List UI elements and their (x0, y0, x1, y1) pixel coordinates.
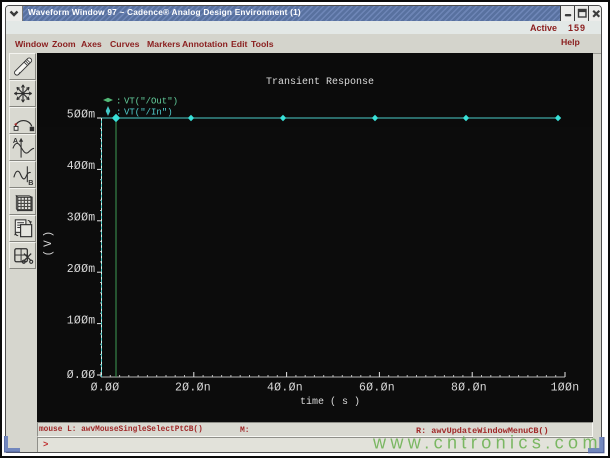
svg-text::: : (116, 108, 121, 118)
svg-text:VT("/In"): VT("/In") (124, 108, 173, 118)
svg-text:4ØØm: 4ØØm (67, 160, 96, 173)
svg-text:1ØØn: 1ØØn (551, 382, 580, 395)
svg-text:2Ø.Øn: 2Ø.Øn (175, 382, 211, 395)
svg-text:4Ø.Øn: 4Ø.Øn (267, 382, 303, 395)
svg-text:1ØØm: 1ØØm (67, 315, 96, 328)
svg-text:6Ø.Øn: 6Ø.Øn (359, 382, 395, 395)
svg-text:Ø.ØØ: Ø.ØØ (67, 369, 96, 382)
svg-text:3ØØm: 3ØØm (67, 212, 96, 225)
svg-text:time ( s ): time ( s ) (300, 396, 360, 408)
svg-text:VT("/Out"): VT("/Out") (124, 97, 178, 107)
svg-text:2ØØm: 2ØØm (67, 263, 96, 276)
svg-text:8Ø.Øn: 8Ø.Øn (451, 382, 487, 395)
svg-text:Transient Response: Transient Response (266, 76, 374, 88)
svg-text:): ) (43, 231, 55, 238)
svg-text:V: V (43, 240, 55, 247)
svg-text:5ØØm: 5ØØm (67, 109, 96, 122)
svg-text::: : (116, 97, 121, 107)
svg-text:Ø.ØØ: Ø.ØØ (91, 382, 120, 395)
svg-text:www.cntronics.com: www.cntronics.com (372, 433, 602, 453)
svg-text:(: ( (43, 250, 55, 257)
svg-text:B: B (28, 178, 33, 187)
